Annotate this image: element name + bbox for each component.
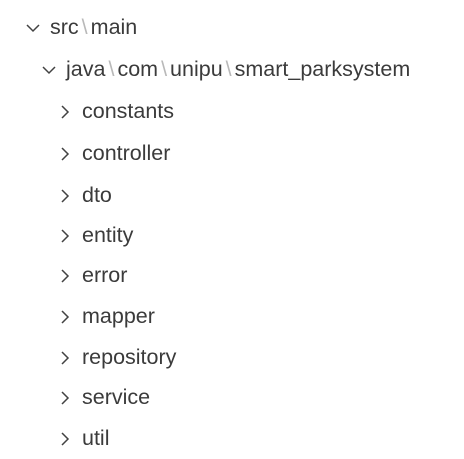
tree-item-folder[interactable]: entity bbox=[0, 216, 464, 256]
path-segment: smart_parksystem bbox=[234, 57, 411, 82]
path-separator: \ bbox=[81, 15, 88, 40]
tree-item-folder[interactable]: constants bbox=[0, 92, 464, 132]
chevron-right-icon[interactable] bbox=[56, 187, 74, 205]
tree-item-folder[interactable]: repository bbox=[0, 338, 464, 378]
path-segment: unipu bbox=[170, 57, 223, 82]
path-segment: main bbox=[90, 15, 138, 40]
chevron-right-icon[interactable] bbox=[56, 389, 74, 407]
tree-item-java-package[interactable]: java \ com \ unipu \ smart_parksystem bbox=[0, 50, 464, 90]
tree-item-folder[interactable]: mapper bbox=[0, 297, 464, 337]
chevron-right-icon[interactable] bbox=[56, 267, 74, 285]
path-separator: \ bbox=[108, 57, 115, 82]
tree-item-label: error bbox=[82, 263, 128, 288]
path-separator: \ bbox=[161, 57, 168, 82]
chevron-right-icon[interactable] bbox=[56, 430, 74, 448]
chevron-right-icon[interactable] bbox=[56, 349, 74, 367]
tree-item-folder[interactable]: error bbox=[0, 256, 464, 296]
tree-item-label: constants bbox=[82, 99, 175, 124]
path-segment: com bbox=[117, 57, 159, 82]
chevron-right-icon[interactable] bbox=[56, 145, 74, 163]
tree-item-label: src \ main bbox=[50, 17, 137, 39]
file-explorer-tree: src \ main java \ com \ unipu \ smart_parksystem… bbox=[0, 0, 464, 449]
tree-item-label: mapper bbox=[82, 304, 155, 329]
chevron-down-icon[interactable] bbox=[24, 19, 42, 37]
path-separator: \ bbox=[225, 57, 232, 82]
tree-item-folder[interactable]: controller bbox=[0, 134, 464, 174]
tree-item-label: repository bbox=[82, 345, 177, 370]
tree-item-folder[interactable]: dto bbox=[0, 176, 464, 216]
tree-item-folder[interactable]: service bbox=[0, 378, 464, 418]
tree-item-label: dto bbox=[82, 183, 112, 208]
path-segment: src bbox=[50, 15, 79, 40]
chevron-right-icon[interactable] bbox=[56, 227, 74, 245]
tree-item-label: controller bbox=[82, 141, 171, 166]
tree-item-label: java \ com \ unipu \ smart_parksystem bbox=[66, 59, 410, 81]
tree-item-src-main[interactable]: src \ main bbox=[0, 8, 464, 48]
chevron-right-icon[interactable] bbox=[56, 308, 74, 326]
path-segment: java bbox=[66, 57, 106, 82]
tree-item-folder[interactable]: util bbox=[0, 419, 464, 459]
chevron-right-icon[interactable] bbox=[56, 103, 74, 121]
tree-item-label: service bbox=[82, 385, 151, 410]
chevron-down-icon[interactable] bbox=[40, 61, 58, 79]
tree-item-label: entity bbox=[82, 223, 134, 248]
tree-item-label: util bbox=[82, 426, 110, 451]
